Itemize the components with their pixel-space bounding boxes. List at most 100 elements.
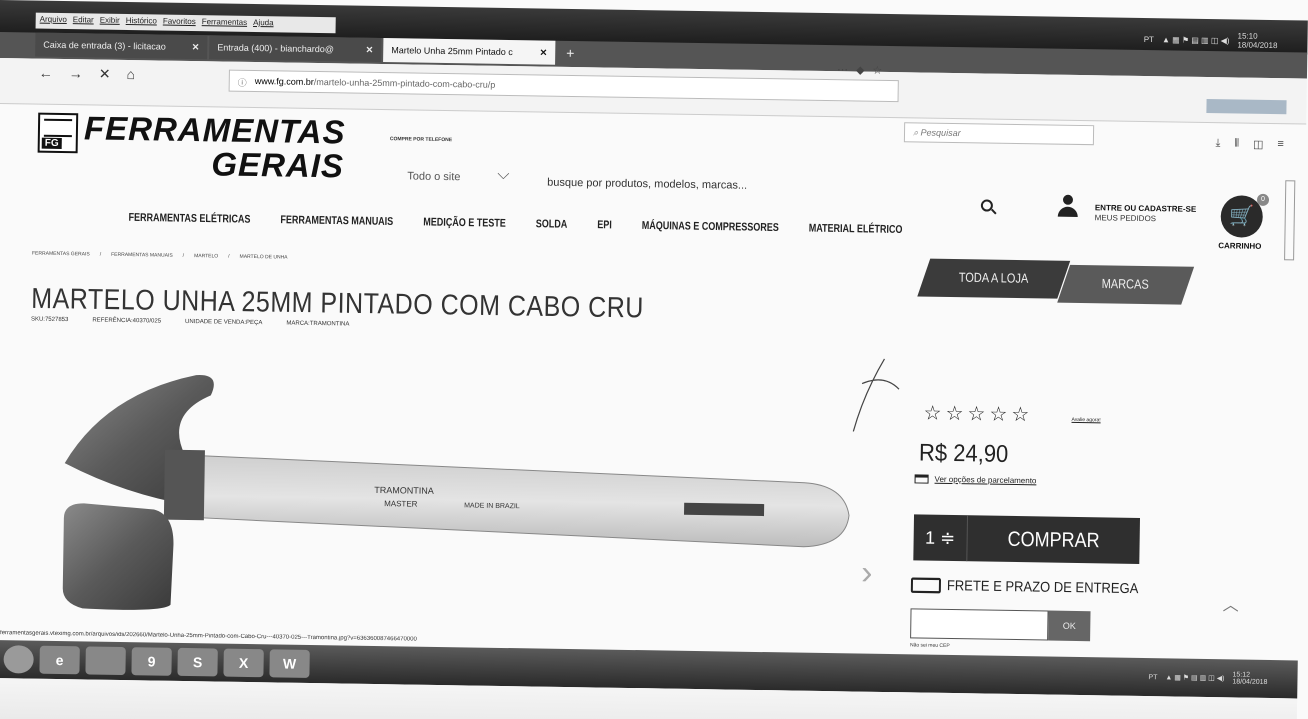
star-icon[interactable]: ☆ [967,401,985,426]
installments-label: Ver opções de parcelamento [934,474,1037,486]
pocket-icon[interactable]: ◆ [856,63,865,76]
star-icon[interactable]: ☆ [1011,402,1029,427]
category-item[interactable]: EPI [597,218,612,231]
brands-label: MARCAS [1102,277,1150,293]
chevron-up-icon[interactable]: ︿ [1222,591,1239,615]
buy-button[interactable]: COMPRAR [967,512,1140,568]
menu-icon[interactable]: ≡ [1277,138,1284,151]
app-9-icon[interactable]: 9 [131,647,172,676]
category-item[interactable]: MÁQUINAS E COMPRESSORES [642,219,779,234]
menu-item[interactable]: Exibir [100,16,120,28]
tray-clock[interactable]: 15:10 18/04/2018 [1237,31,1277,50]
search-icon[interactable] [980,199,993,212]
tray-icons: ▲ ▦ ⚑ ▤ ▥ ◫ ◀) [1165,674,1225,683]
product-brand[interactable]: MARCA:TRAMONTINA [286,321,349,328]
tab-inbox-1[interactable]: Caixa de entrada (3) - licitacao ✕ [35,32,208,60]
start-button[interactable] [3,645,34,674]
handle-barcode [683,502,765,517]
tray-language[interactable]: PT [1148,674,1157,681]
site-search-input[interactable]: busque por produtos, modelos, marcas... [547,177,747,192]
account-orders[interactable]: MEUS PEDIDOS [1095,213,1196,225]
user-icon[interactable] [1057,194,1079,219]
handle-text-model: MASTER [384,499,418,509]
next-image-arrow[interactable]: › [861,554,873,593]
star-icon[interactable]: ☆ [945,401,963,426]
tab-inbox-2[interactable]: Entrada (400) - bianchardo@ ✕ [209,35,382,62]
breadcrumb-item[interactable]: FERRAMENTAS MANUAIS [111,252,173,259]
site-info-icon[interactable]: ⓘ [238,76,247,88]
handle-text-origin: MADE IN BRAZIL [464,502,520,510]
menu-item[interactable]: Ferramentas [202,17,247,30]
product-unit: UNIDADE DE VENDA:PEÇA [184,318,263,327]
window-controls[interactable] [1206,98,1287,115]
phone-order-label[interactable]: COMPRE POR TELEFONE [390,136,452,143]
search-scope-select[interactable]: Todo o site [407,170,460,183]
credit-card-icon [914,474,929,484]
category-item[interactable]: MATERIAL ELÉTRICO [809,221,903,235]
forward-icon[interactable]: → [69,65,83,82]
tray-clock[interactable]: 15:12 18/04/2018 [1232,671,1267,686]
all-store-button[interactable]: TODA A LOJA [917,258,1071,299]
cep-help-link[interactable]: Não sei meu CEP [910,642,950,649]
star-icon[interactable]: ☆ [989,402,1007,427]
menu-item[interactable]: Favoritos [163,17,196,30]
cep-ok-button[interactable]: OK [1048,610,1091,642]
address-bar[interactable]: ⓘ www.fg.com.br/martelo-unha-25mm-pintad… [228,69,899,103]
installments-link[interactable]: Ver opções de parcelamento [914,474,1037,486]
skype-icon[interactable]: S [177,647,218,677]
menu-item[interactable]: Editar [73,15,94,27]
handle-text-brand: TRAMONTINA [374,485,434,496]
more-icon[interactable]: ⋯ [837,63,848,76]
quantity-stepper[interactable]: 1 ≑ [913,514,969,562]
star-icon[interactable]: ☆ [923,401,941,426]
breadcrumb-item[interactable]: MARTELO DE UNHA [240,254,288,261]
word-icon[interactable]: W [269,649,310,678]
page-scrollbar[interactable] [1284,180,1296,261]
menu-item[interactable]: Ajuda [253,18,274,30]
browser-search-input[interactable]: ⌕ Pesquisar [903,122,1095,146]
rate-now-link[interactable]: Avalie agora! [1071,417,1100,423]
menu-item[interactable]: Histórico [126,16,157,28]
bookmark-star-icon[interactable]: ☆ [872,64,882,77]
chevron-down-icon[interactable]: ⌵ [497,166,509,184]
account-link[interactable]: ENTRE OU CADASTRE-SE MEUS PEDIDOS [1095,203,1197,225]
product-price: R$ 24,90 [918,438,1009,468]
download-icon[interactable]: ⤓ [1215,137,1220,150]
stop-icon[interactable]: ✕ [99,66,111,83]
excel-icon[interactable]: X [223,648,264,678]
close-icon[interactable]: ✕ [192,42,200,53]
site-logo-mark[interactable]: FG [37,112,79,154]
category-item[interactable]: MEDIÇÃO E TESTE [423,215,506,229]
buy-box: 1 ≑ COMPRAR [913,514,1141,564]
pen-mark [852,358,900,432]
cart-count-badge: 0 [1256,193,1270,206]
hammer-head [163,449,205,521]
home-icon[interactable]: ⌂ [126,66,135,83]
close-icon[interactable]: ✕ [540,47,548,58]
tray-language[interactable]: PT [1144,34,1154,43]
breadcrumb-item[interactable]: MARTELO [194,253,218,259]
product-image[interactable]: TRAMONTINA MASTER MADE IN BRAZIL [42,353,866,646]
category-item[interactable]: SOLDA [536,217,568,230]
breadcrumb-item[interactable]: FERRAMENTAS GERAIS [32,251,90,258]
logo-text-line2[interactable]: GERAIS [211,145,344,185]
ie-icon[interactable]: e [39,645,80,675]
brands-button[interactable]: MARCAS [1057,264,1195,305]
rating-stars[interactable]: ☆ ☆ ☆ ☆ ☆ [923,401,1029,428]
cep-input[interactable] [910,608,1049,641]
shipping-heading: FRETE E PRAZO DE ENTREGA [910,576,1138,596]
category-item[interactable]: FERRAMENTAS ELÉTRICAS [129,211,251,225]
new-tab-button[interactable]: + [557,41,583,65]
library-icon[interactable]: ⫴ [1234,137,1239,150]
menu-item[interactable]: Arquivo [40,15,67,27]
cart-label[interactable]: CARRINHO [1218,241,1261,251]
breadcrumb-sep: / [228,253,230,260]
category-nav: FERRAMENTAS ELÉTRICAS FERRAMENTAS MANUAI… [129,211,903,236]
back-icon[interactable]: ← [39,65,53,82]
explorer-icon[interactable] [85,646,126,676]
close-icon[interactable]: ✕ [366,44,374,55]
category-item[interactable]: FERRAMENTAS MANUAIS [280,213,393,227]
logo-badge: FG [41,137,62,149]
tab-product[interactable]: Martelo Unha 25mm Pintado c ✕ [383,38,556,65]
sidebar-icon[interactable]: ◫ [1253,138,1264,151]
